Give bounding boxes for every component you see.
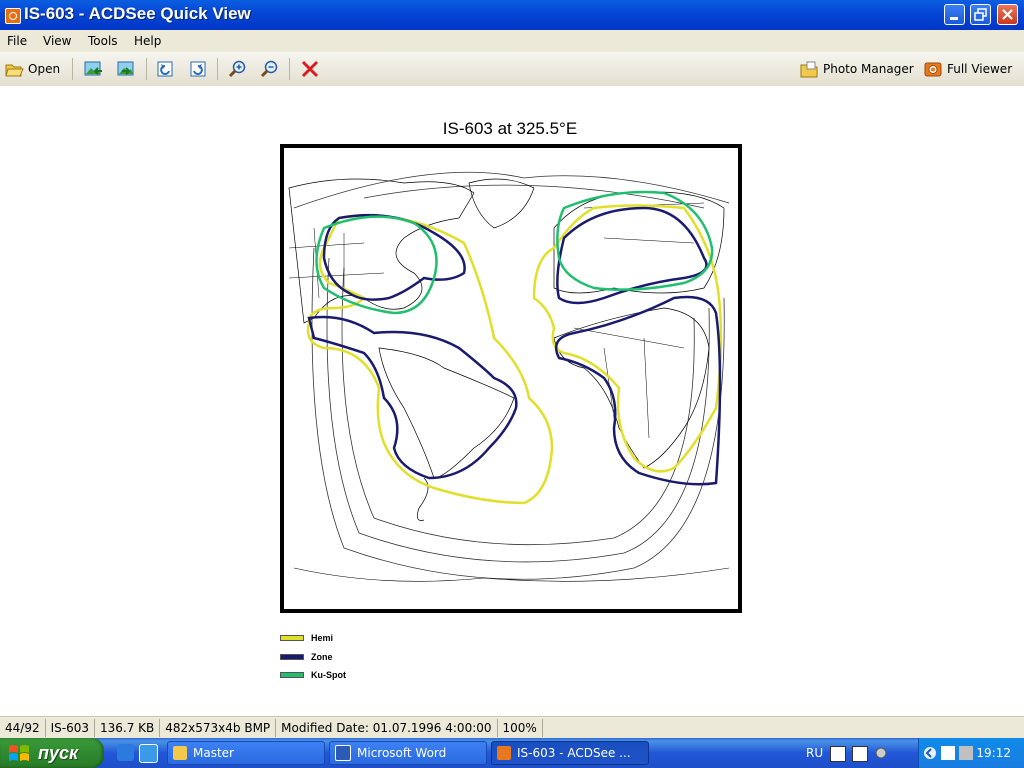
minimize-icon (950, 17, 958, 20)
title-bar[interactable]: IS-603 - ACDSee Quick View (0, 0, 1024, 30)
status-filename: IS-603 (46, 719, 95, 737)
next-image-button[interactable] (116, 58, 136, 80)
toolbar-separator (217, 58, 218, 80)
status-bar: 44/92 IS-603 136.7 KB 482x573x4b BMP Mod… (0, 716, 1024, 739)
photo-manager-label: Photo Manager (823, 62, 914, 76)
tray-app-icon[interactable] (941, 746, 955, 760)
next-image-icon (117, 61, 134, 76)
rotate-right-icon (190, 61, 206, 77)
toolbar-separator (289, 58, 290, 80)
legend-label-hemi: Hemi (311, 633, 334, 643)
system-tray: 19:12 (918, 738, 1024, 768)
taskbar-item-label: Master (193, 746, 234, 760)
close-button[interactable] (997, 4, 1018, 25)
help-icon[interactable] (852, 746, 868, 762)
taskbar-item-label: IS-603 - ACDSee ... (517, 746, 631, 760)
photo-manager-icon (800, 61, 818, 78)
previous-image-button[interactable] (83, 58, 103, 80)
toolbar-separator (146, 58, 147, 80)
folder-icon (173, 746, 187, 760)
start-button[interactable]: пуск (0, 738, 104, 768)
folder-open-icon (5, 64, 24, 77)
open-label: Open (28, 62, 61, 76)
legend-label-zone: Zone (311, 652, 333, 662)
toolbar: Open Photo Manager Full Viewer (0, 52, 1024, 87)
map-title: IS-603 at 325.5°E (442, 119, 578, 138)
rotate-right-button[interactable] (188, 58, 208, 80)
acdsee-app-icon[interactable] (5, 8, 21, 24)
internet-explorer-icon[interactable] (117, 744, 134, 761)
zoom-in-icon (228, 60, 246, 78)
coverage-map (280, 144, 742, 613)
zoom-out-icon (260, 60, 278, 78)
open-button[interactable]: Open (4, 58, 60, 80)
start-label: пуск (38, 742, 79, 763)
zoom-in-button[interactable] (228, 58, 248, 80)
photo-manager-button[interactable]: Photo Manager (799, 58, 914, 80)
status-zoom: 100% (498, 719, 543, 737)
legend-swatch-zone (280, 654, 304, 660)
restore-button[interactable] (970, 4, 991, 25)
full-viewer-icon (924, 62, 942, 77)
toolbar-separator (72, 58, 73, 80)
chevron-left-icon[interactable] (923, 746, 937, 760)
rotate-left-button[interactable] (155, 58, 175, 80)
windows-logo-icon (9, 745, 29, 761)
previous-image-icon (84, 61, 102, 76)
zoom-out-button[interactable] (260, 58, 280, 80)
full-viewer-button[interactable]: Full Viewer (923, 58, 1012, 80)
language-indicator[interactable]: RU (806, 746, 823, 760)
taskbar-item-master[interactable]: Master (167, 741, 325, 765)
window-title: IS-603 - ACDSee Quick View (24, 4, 251, 23)
menu-bar: File View Tools Help (0, 30, 1024, 52)
rotate-left-icon (157, 61, 173, 77)
acdsee-icon (497, 746, 511, 760)
delete-button[interactable] (300, 58, 320, 80)
status-dimensions: 482x573x4b BMP (160, 719, 277, 737)
keyboard-icon[interactable] (830, 746, 846, 762)
legend-label-kuspot: Ku-Spot (311, 670, 346, 680)
menu-tools[interactable]: Tools (88, 34, 118, 48)
status-filesize: 136.7 KB (95, 719, 161, 737)
legend-item-hemi: Hemi (280, 631, 333, 645)
legend-swatch-kuspot (280, 672, 304, 678)
clock[interactable]: 19:12 (976, 746, 1011, 760)
legend-item-zone: Zone (280, 650, 333, 664)
status-index: 44/92 (0, 719, 46, 737)
settings-icon[interactable] (874, 746, 888, 760)
taskbar-item-acdsee[interactable]: IS-603 - ACDSee ... (491, 741, 649, 765)
legend-item-kuspot: Ku-Spot (280, 668, 346, 682)
taskbar: пуск Master Microsoft Word IS-603 - ACDS… (0, 738, 1024, 768)
restore-icon (974, 8, 987, 21)
delete-x-icon (301, 60, 319, 78)
close-icon (1002, 9, 1013, 20)
taskbar-item-label: Microsoft Word (357, 746, 447, 760)
menu-file[interactable]: File (7, 34, 27, 48)
menu-help[interactable]: Help (134, 34, 161, 48)
menu-view[interactable]: View (43, 34, 71, 48)
full-viewer-label: Full Viewer (947, 62, 1013, 76)
coverage-map-graphic (288, 171, 730, 582)
word-icon (335, 745, 351, 761)
taskbar-item-word[interactable]: Microsoft Word (329, 741, 487, 765)
media-player-icon[interactable] (139, 744, 158, 763)
network-icon[interactable] (959, 746, 973, 760)
minimize-button[interactable] (944, 4, 965, 25)
legend-swatch-hemi (280, 635, 304, 641)
status-modified-date: Modified Date: 01.07.1996 4:00:00 (276, 719, 498, 737)
